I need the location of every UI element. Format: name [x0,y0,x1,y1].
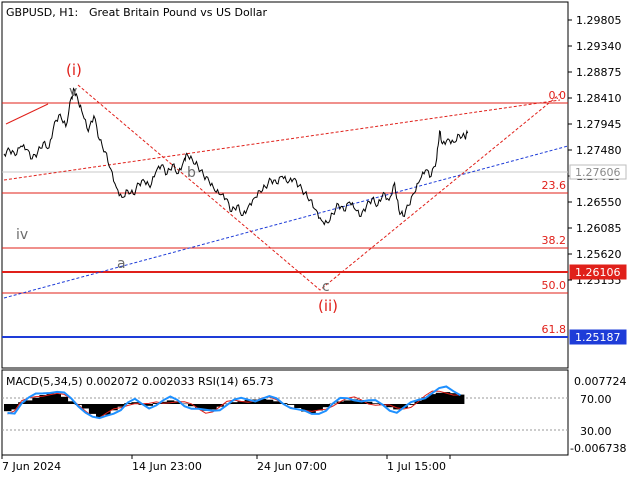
fib-level-label: 23.6 [542,179,567,192]
macd-histogram [4,392,465,418]
chart-canvas: GBPUSD, H1: Great Britain Pound vs US Do… [1,1,627,473]
fib-level-label: 61.8 [542,323,567,336]
price-tick-label: 1.28875 [576,66,622,79]
price-tick-label: 1.27480 [576,144,622,157]
indicator-title: MACD(5,34,5) 0.002072 0.002033 RSI(14) 6… [6,375,273,388]
macd-bar [209,404,217,410]
price-tag-label: 1.25187 [575,331,621,344]
fibonacci-levels: 0.0 23.6 38.2 50.0 61.8 1.27606 1.26106 1.25187 [2,89,627,345]
macd-bar [81,404,90,409]
wave-i-label: (i) [66,61,82,79]
price-line [3,87,469,226]
price-tick-label: 1.26550 [576,196,622,209]
macd-bar [60,396,69,404]
indicator-tick-max: 0.007724 [574,375,627,388]
blue-channel-line [3,145,569,299]
red-channel-stub [5,103,49,125]
price-tick-label: 1.28410 [576,92,622,105]
price-tick-label: 1.29805 [576,14,622,27]
indicator-tick-70: 70.00 [580,393,612,406]
wave-ii-label: (ii) [318,297,338,315]
macd-bar [32,397,40,404]
wave-a-label: a [117,256,126,272]
time-tick-marks [1,455,451,459]
time-tick-3: 1 Jul 15:00 [387,460,446,473]
price-axis: 1.29805 1.29340 1.28875 1.28410 1.27945 1.274… [568,14,622,287]
indicator-tick-30: 30.00 [580,425,612,438]
symbol-label: GBPUSD, H1: [6,6,78,19]
wave-c-label: c [322,279,330,295]
price-tick-label: 1.25620 [576,248,622,261]
price-tag-label: 1.26106 [575,266,621,279]
price-tick-label: 1.27945 [576,118,622,131]
symbol-description: Great Britain Pound vs US Dollar [89,6,268,19]
price-series [3,87,469,226]
price-pane-frame [1,1,569,369]
macd-bar [4,404,12,412]
fib-level-label: 50.0 [542,279,567,292]
macd-bar [265,399,274,404]
indicator-tick-min: -0.006738 [570,442,626,455]
macd-bar [343,400,352,404]
price-tick-label: 1.29340 [576,40,622,53]
macd-bar [456,394,465,404]
macd-bar [145,404,153,406]
wave-b-label: b [187,165,196,181]
macd-bar [435,392,444,404]
time-tick-2: 24 Jun 07:00 [257,460,327,473]
fib-level-label: 38.2 [542,234,567,247]
macd-bar [53,393,61,404]
time-tick-1: 14 Jun 23:00 [132,460,202,473]
time-tick-0: 7 Jun 2024 [2,460,61,473]
macd-bar [25,400,33,404]
macd-bar [294,404,302,408]
fib-level-label: 0.0 [549,89,567,102]
macd-bar [372,403,380,404]
price-tag-label: 1.27606 [575,166,621,179]
macd-bar [88,404,97,414]
wave-iv-label: iv [16,227,28,243]
price-tick-label: 1.26085 [576,222,622,235]
macd-bar [287,404,295,405]
wave-v-label: v [69,84,77,100]
red-channel-line [3,99,561,181]
chart-window: { "header": { "symbol": "GBPUSD, H1:", "… [0,0,640,480]
